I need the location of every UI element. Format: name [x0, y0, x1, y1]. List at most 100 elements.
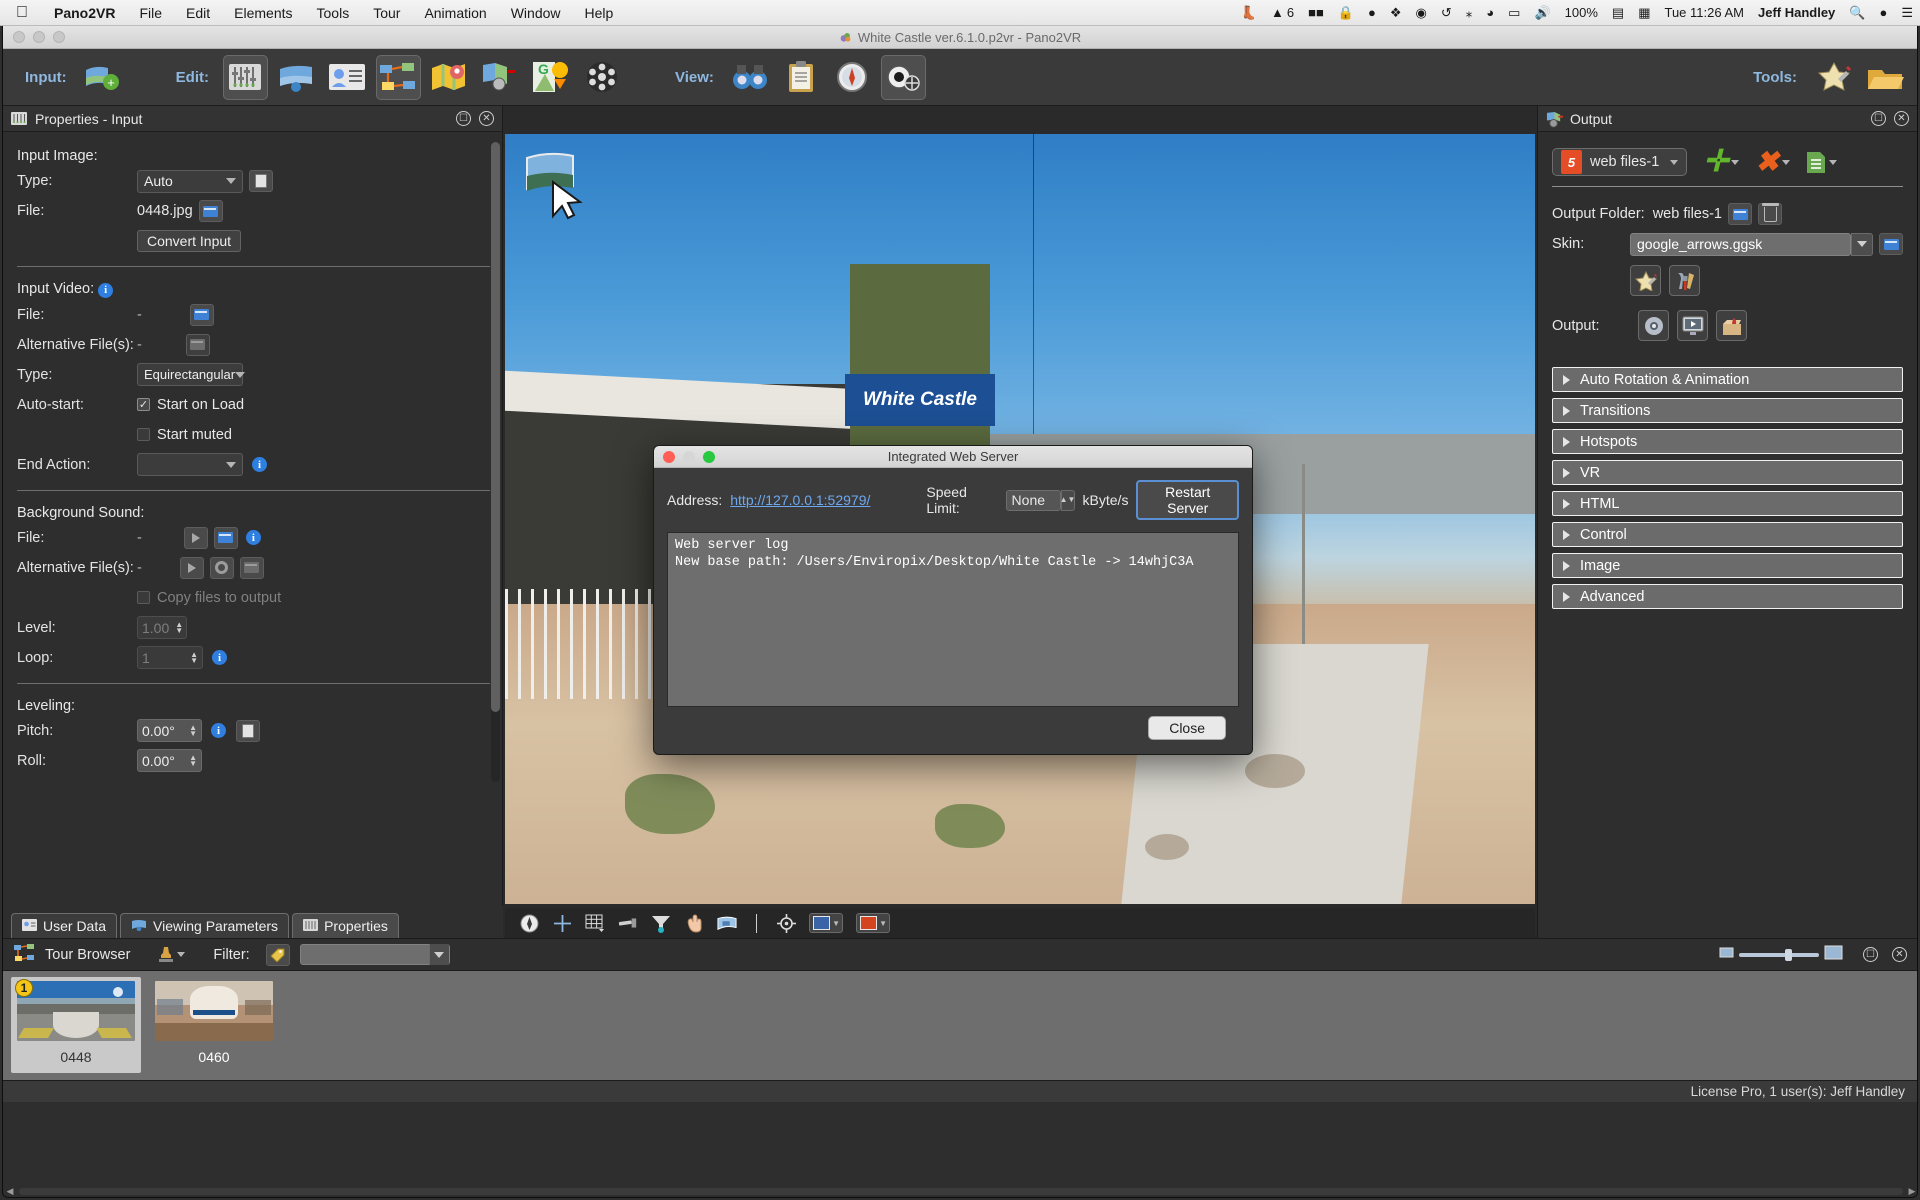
copy-files-checkbox[interactable] — [137, 591, 150, 604]
menu-item-elements[interactable]: Elements — [222, 5, 304, 21]
dropbox-icon[interactable]: ❖ — [1383, 5, 1409, 21]
properties-button[interactable] — [222, 54, 268, 100]
undock-icon[interactable]: ☐ — [1863, 947, 1878, 962]
server-log-textarea[interactable]: Web server log New base path: /Users/Env… — [667, 532, 1239, 707]
close-icon[interactable]: ✕ — [479, 111, 494, 126]
dialog-close-action-button[interactable]: Close — [1148, 716, 1226, 740]
thumbnail-size-slider[interactable] — [1719, 945, 1843, 964]
info-icon[interactable]: i — [252, 457, 267, 472]
skin-dropdown-button[interactable] — [1851, 232, 1873, 256]
lock-icon[interactable]: 🔒 — [1331, 5, 1361, 21]
compass-gauge-button[interactable] — [830, 55, 875, 100]
copy-icon[interactable] — [249, 170, 273, 192]
list-item[interactable]: 1 0448 — [11, 977, 141, 1073]
binoculars-button[interactable] — [728, 55, 773, 100]
accordion-vr[interactable]: VR — [1552, 460, 1903, 485]
accordion-image[interactable]: Image — [1552, 553, 1903, 578]
grid-icon[interactable] — [585, 913, 605, 933]
roll-stepper[interactable]: 0.00° ▲ ▼ — [137, 749, 202, 772]
open-folder-icon[interactable] — [239, 556, 264, 579]
hand-icon[interactable] — [684, 913, 704, 933]
skin-editor-button[interactable] — [1811, 55, 1856, 100]
open-folder-icon[interactable] — [1728, 203, 1752, 225]
accordion-auto-rotation[interactable]: Auto Rotation & Animation — [1552, 367, 1903, 392]
convert-input-button[interactable]: Convert Input — [137, 230, 242, 252]
level-bar-icon[interactable] — [618, 913, 638, 933]
output-folder-button[interactable] — [1862, 55, 1907, 100]
open-folder-icon[interactable] — [1879, 233, 1903, 255]
properties-scrollbar[interactable] — [491, 142, 500, 782]
start-on-load-checkbox[interactable]: ✓ — [137, 398, 150, 411]
accordion-transitions[interactable]: Transitions — [1552, 398, 1903, 423]
color-swatch-red-icon[interactable]: ▼ — [856, 913, 890, 933]
apple-logo-icon[interactable]:  — [0, 4, 42, 22]
scroll-right-icon[interactable]: ▶ — [1905, 1186, 1917, 1197]
patch-image-icon[interactable] — [717, 913, 737, 933]
output-preset-select[interactable]: 5 web files-1 — [1552, 148, 1688, 176]
menu-item-edit[interactable]: Edit — [174, 5, 222, 21]
spotlight-search-icon[interactable]: 🔍 — [1842, 5, 1872, 21]
info-icon[interactable]: i — [245, 530, 261, 545]
camera-icon[interactable]: ● — [1361, 5, 1383, 20]
input-type-select[interactable]: Auto — [137, 169, 243, 193]
skin-settings-button[interactable] — [1669, 265, 1700, 296]
list-item[interactable]: 0460 — [149, 977, 279, 1073]
menu-item-pano2vr[interactable]: Pano2VR — [42, 5, 127, 21]
output-package-button[interactable] — [1716, 310, 1747, 341]
accordion-advanced[interactable]: Advanced — [1552, 584, 1903, 609]
menu-item-window[interactable]: Window — [499, 5, 573, 21]
sophos-icon[interactable]: ◉ — [1409, 5, 1434, 21]
open-folder-icon[interactable] — [185, 333, 210, 356]
wetransfer-icon[interactable]: ■■ — [1301, 5, 1331, 20]
compass-icon[interactable] — [519, 913, 539, 933]
tour-browser-button[interactable] — [375, 54, 421, 100]
viewing-parameters-button[interactable] — [274, 55, 319, 100]
target-icon[interactable] — [776, 913, 796, 933]
start-muted-checkbox[interactable] — [137, 428, 150, 441]
user-data-button[interactable] — [325, 55, 370, 100]
close-icon[interactable]: ✕ — [1894, 111, 1909, 126]
video-type-select[interactable]: Equirectangular — [137, 363, 246, 386]
tour-map-button[interactable] — [427, 55, 472, 100]
speed-limit-input[interactable]: None — [1005, 489, 1061, 511]
open-folder-icon[interactable] — [198, 200, 223, 222]
speed-limit-stepper[interactable]: ▲▼ — [1060, 489, 1075, 511]
menu-clock[interactable]: Tue 11:26 AM — [1657, 5, 1751, 20]
funnel-icon[interactable] — [651, 913, 671, 933]
filter-input[interactable] — [299, 944, 450, 965]
play-icon[interactable] — [179, 556, 204, 579]
notification-center-icon[interactable]: ☰ — [1894, 5, 1920, 21]
tab-viewing-parameters[interactable]: Viewing Parameters — [120, 913, 290, 938]
info-icon[interactable]: i — [212, 650, 227, 665]
add-output-button[interactable]: ✛ — [1703, 147, 1740, 177]
output-settings-button[interactable] — [1638, 310, 1669, 341]
restart-server-button[interactable]: Restart Server — [1136, 480, 1239, 520]
open-folder-icon[interactable] — [189, 303, 214, 326]
evernote-icon[interactable]: 👢 — [1234, 5, 1264, 21]
skin-input[interactable]: google_arrows.ggsk — [1630, 232, 1851, 256]
color-swatch-blue-icon[interactable]: ▼ — [809, 913, 843, 933]
level-stepper[interactable]: 1.00 ▲ ▼ — [137, 616, 187, 639]
info-icon[interactable]: i — [211, 723, 226, 738]
animation-editor-button[interactable] — [580, 55, 625, 100]
input-source-icon[interactable]: ▦ — [1631, 5, 1657, 21]
scroll-left-icon[interactable]: ◀ — [3, 1186, 17, 1197]
gear-icon[interactable] — [209, 556, 234, 579]
accordion-control[interactable]: Control — [1552, 522, 1903, 547]
menu-item-tools[interactable]: Tools — [305, 5, 362, 21]
menu-item-tour[interactable]: Tour — [361, 5, 412, 21]
volume-icon[interactable]: 🔊 — [1527, 5, 1557, 21]
duplicate-output-button[interactable] — [1806, 151, 1837, 174]
time-machine-icon[interactable]: ↺ — [1434, 5, 1459, 21]
stamp-icon[interactable] — [158, 946, 186, 963]
bluetooth-icon[interactable]: ⁎ — [1459, 5, 1480, 21]
trash-icon[interactable] — [1758, 202, 1782, 225]
close-icon[interactable]: ✕ — [1892, 947, 1907, 962]
server-address-link[interactable]: http://127.0.0.1:52979/ — [730, 492, 870, 508]
tag-icon[interactable] — [265, 943, 290, 966]
add-input-image-button[interactable]: + — [81, 55, 126, 100]
loop-stepper[interactable]: 1 ▲ ▼ — [137, 646, 203, 669]
remove-output-button[interactable]: ✖ — [1755, 148, 1790, 176]
hotspot-editor-button[interactable] — [478, 55, 523, 100]
airplay-icon[interactable]: ▭ — [1501, 5, 1527, 21]
